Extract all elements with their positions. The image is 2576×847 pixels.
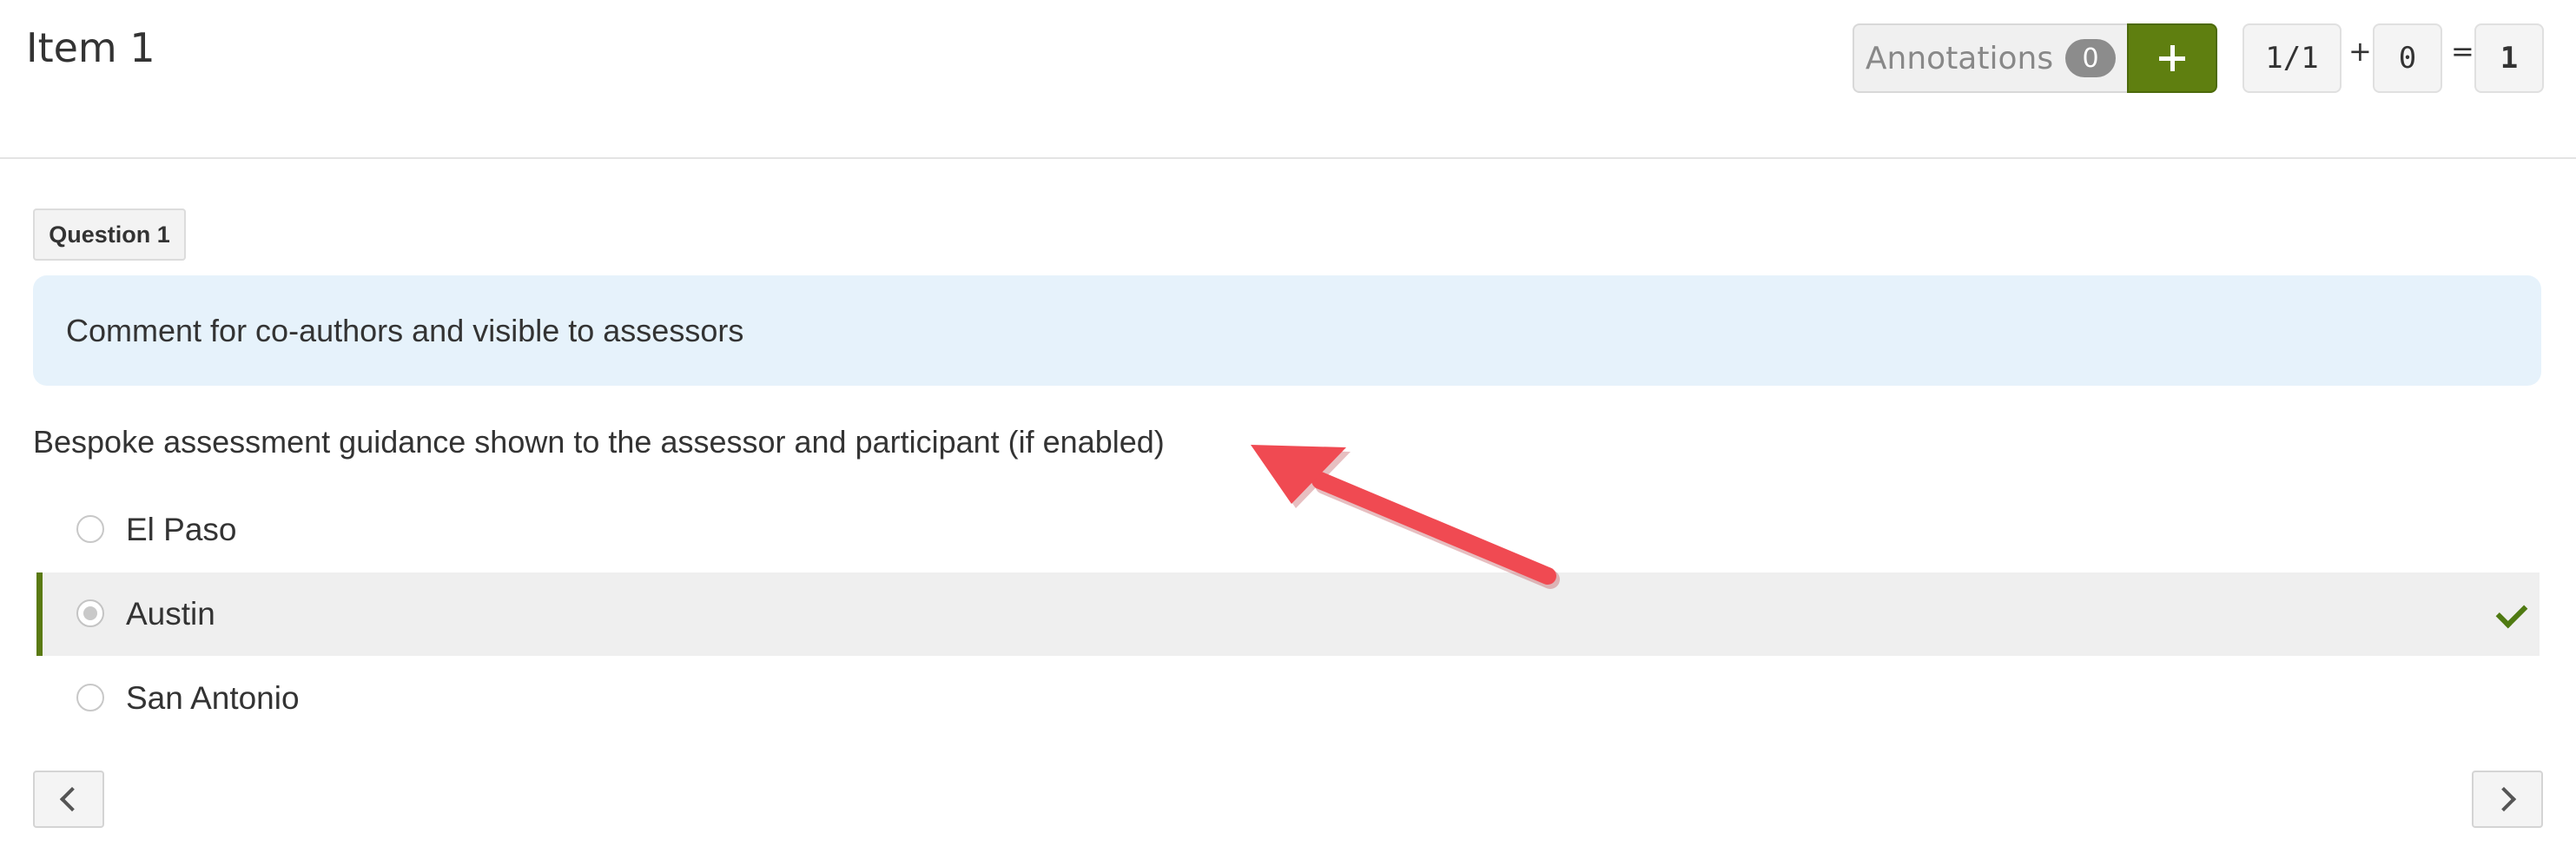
question-tag: Question 1 (33, 208, 186, 261)
comment-text: Comment for co-authors and visible to as… (66, 312, 744, 348)
radio-button-selected[interactable] (76, 599, 104, 627)
check-icon (2495, 596, 2528, 629)
radio-button[interactable] (76, 684, 104, 711)
option-austin[interactable]: Austin (36, 572, 2540, 656)
radio-button[interactable] (76, 515, 104, 543)
score-fraction: 1/1 (2242, 23, 2342, 93)
item-title: Item 1 (26, 24, 155, 71)
score-bonus: 0 (2373, 23, 2442, 93)
annotations-count-badge: 0 (2065, 39, 2117, 77)
previous-button[interactable] (33, 771, 104, 828)
score-total: 1 (2474, 23, 2544, 93)
option-label: Austin (126, 596, 215, 632)
header-divider (0, 157, 2576, 159)
score-equals-sign: = (2451, 35, 2474, 68)
option-san-antonio[interactable]: San Antonio (36, 657, 2540, 740)
annotations-group: Annotations 0 (1853, 23, 2217, 93)
option-el-paso[interactable]: El Paso (36, 488, 2540, 572)
option-label: San Antonio (126, 680, 300, 716)
next-button[interactable] (2472, 771, 2543, 828)
annotations-button[interactable]: Annotations 0 (1853, 23, 2127, 93)
plus-icon (2159, 45, 2185, 71)
chevron-right-icon (2491, 786, 2517, 812)
chevron-left-icon (59, 786, 85, 812)
score-plus-sign: + (2348, 35, 2372, 68)
assessment-guidance: Bespoke assessment guidance shown to the… (33, 424, 1165, 460)
option-label: El Paso (126, 512, 237, 547)
annotations-label: Annotations (1865, 40, 2054, 76)
comment-box: Comment for co-authors and visible to as… (33, 275, 2541, 386)
add-annotation-button[interactable] (2127, 23, 2217, 93)
